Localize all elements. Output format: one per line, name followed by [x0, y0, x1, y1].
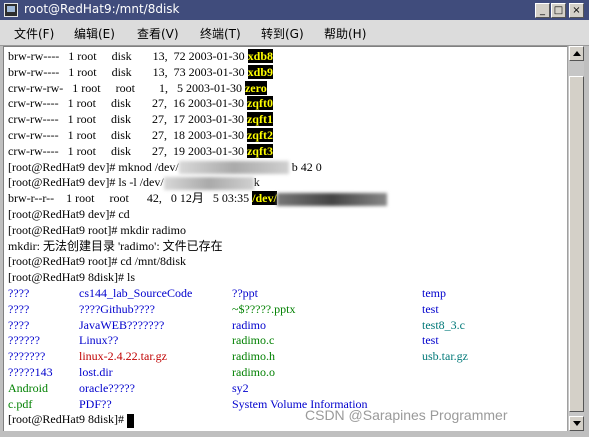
scrollbar-thumb[interactable] [569, 76, 584, 412]
device-name: zqft0 [246, 96, 273, 111]
device-name: zqft3 [246, 143, 273, 158]
file-entry: Android [8, 380, 48, 395]
device-name: xdb8 [247, 49, 273, 63]
menu-terminal[interactable]: 终端(T) [200, 25, 241, 42]
output-line: brw-r--r-- 1 root root 42, 0 12月 5 03:35… [8, 190, 387, 206]
menu-help[interactable]: 帮助(H) [324, 25, 366, 42]
file-entry: radimo.h [232, 349, 275, 364]
file-entry: Linux?? [79, 333, 119, 348]
file-entry: ?????143 [8, 365, 53, 379]
file-entry: ??????? [8, 349, 46, 364]
watermark: CSDN @Sarapines Programmer [305, 407, 508, 423]
device-listing-row: crw-rw---- 1 root disk 27, 17 2003-01-30… [8, 112, 273, 127]
device-listing-row: crw-rw---- 1 root disk 27, 16 2003-01-30… [8, 96, 273, 111]
file-entry: ???? [8, 286, 30, 300]
device-listing-row: brw-rw---- 1 root disk 13, 72 2003-01-30… [8, 49, 273, 63]
file-entry: test8_3.c [422, 317, 465, 332]
redacted-text [178, 161, 289, 175]
file-entry: PDF?? [79, 396, 112, 411]
vertical-scrollbar[interactable] [567, 46, 584, 431]
file-entry: ~$?????.pptx [232, 301, 296, 316]
file-entry: ????Github???? [79, 301, 155, 316]
device-name: zqft1 [246, 112, 273, 127]
file-entry: temp [422, 286, 446, 300]
file-entry: test [422, 301, 439, 316]
window-title: root@RedHat9:/mnt/8disk [24, 2, 180, 16]
file-entry: ?????? [8, 333, 40, 348]
terminal-output[interactable]: brw-rw---- 1 root disk 13, 72 2003-01-30… [3, 46, 567, 431]
file-entry: c.pdf [8, 396, 33, 411]
command-line: [root@RedHat9 dev]# cd [8, 207, 130, 221]
device-name: zero [244, 80, 267, 95]
file-entry: oracle????? [79, 380, 135, 395]
device-listing-row: crw-rw---- 1 root disk 27, 19 2003-01-30… [8, 143, 273, 158]
file-entry: ???? [8, 301, 30, 316]
maximize-button[interactable]: □ [551, 3, 566, 18]
file-entry: radimo [232, 317, 266, 332]
device-name: /dev/ [252, 191, 277, 206]
close-button[interactable]: × [569, 3, 584, 18]
file-entry: ???? [8, 317, 30, 332]
minimize-button[interactable]: _ [535, 3, 550, 18]
file-entry: radimo.o [232, 365, 275, 379]
title-bar: root@RedHat9:/mnt/8disk _ □ × [0, 0, 589, 20]
redacted-text [276, 192, 387, 206]
command-line: [root@RedHat9 root]# cd /mnt/8disk [8, 254, 187, 269]
device-name: xdb9 [247, 64, 273, 79]
device-listing-row: crw-rw-rw- 1 root root 1, 5 2003-01-30 z… [8, 80, 267, 95]
file-entry: ??ppt [232, 286, 258, 300]
menu-edit[interactable]: 编辑(E) [74, 25, 115, 42]
command-line: [root@RedHat9 root]# mkdir radimo [8, 222, 187, 237]
file-entry: lost.dir [79, 365, 113, 379]
command-line: [root@RedHat9 8disk]# ls [8, 270, 136, 285]
redacted-text [163, 177, 254, 191]
file-entry: cs144_lab_SourceCode [79, 286, 193, 300]
file-entry: linux-2.4.22.tar.gz [79, 349, 167, 364]
scroll-down-arrow-icon[interactable] [569, 416, 584, 431]
error-line: mkdir: 无法创建目录 'radimo': 文件已存在 [8, 238, 223, 253]
file-entry: radimo.c [232, 333, 275, 348]
text-cursor [127, 413, 135, 428]
menu-view[interactable]: 查看(V) [137, 25, 179, 42]
menu-bar: 文件(F) 编辑(E) 查看(V) 终端(T) 转到(G) 帮助(H) [0, 20, 589, 46]
menu-goto[interactable]: 转到(G) [261, 25, 304, 42]
file-entry: test [422, 333, 439, 348]
menu-file[interactable]: 文件(F) [14, 25, 54, 42]
terminal-app-icon [4, 3, 18, 17]
command-line: [root@RedHat9 dev]# ls -l /dev/k [8, 175, 260, 191]
device-name: zqft2 [246, 128, 273, 142]
file-entry: sy2 [232, 380, 249, 395]
file-entry: usb.tar.gz [422, 349, 468, 364]
device-listing-row: brw-rw---- 1 root disk 13, 73 2003-01-30… [8, 64, 273, 79]
command-line: [root@RedHat9 dev]# mknod /dev/ b 42 0 [8, 159, 322, 175]
command-line: [root@RedHat9 8disk]# [8, 411, 135, 428]
file-entry: JavaWEB??????? [79, 317, 165, 332]
device-listing-row: crw-rw---- 1 root disk 27, 18 2003-01-30… [8, 128, 273, 142]
scroll-up-arrow-icon[interactable] [569, 46, 584, 61]
